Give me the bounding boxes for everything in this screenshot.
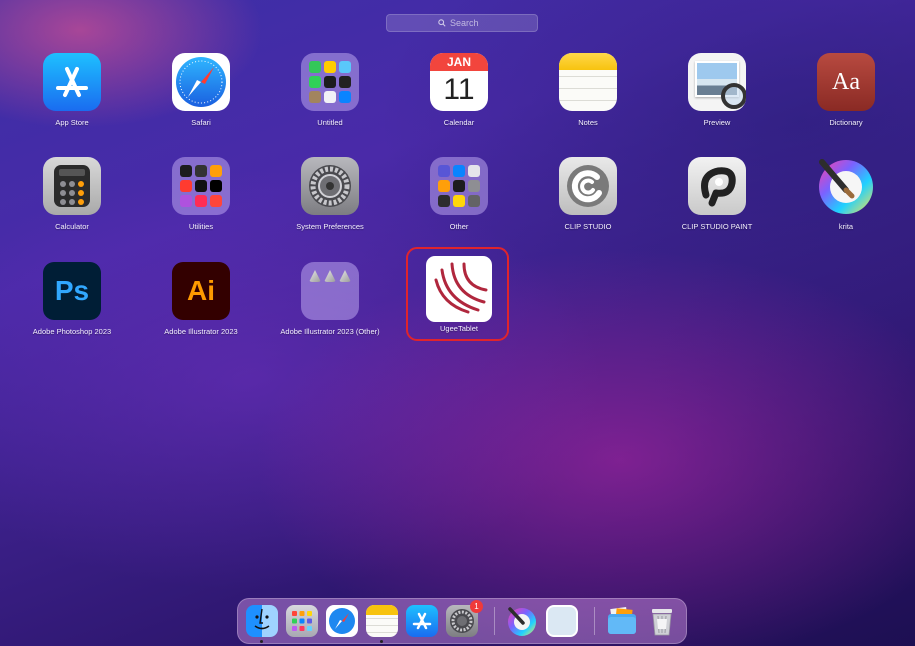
app-calendar[interactable]: JAN 11 Calendar: [399, 52, 519, 127]
app-label: Preview: [703, 118, 731, 127]
krita-icon: [816, 156, 876, 216]
gear-icon: [300, 156, 360, 216]
app-photoshop[interactable]: Ps Adobe Photoshop 2023: [12, 261, 132, 336]
folder-icon: [606, 605, 638, 637]
clip-studio-paint-icon: [687, 156, 747, 216]
notes-icon: [366, 605, 398, 637]
dock-separator: [494, 607, 495, 635]
folder-icon: [429, 156, 489, 216]
dock-system-preferences[interactable]: 1: [446, 600, 483, 637]
app-label: System Preferences: [296, 222, 364, 231]
photoshop-icon: Ps: [42, 261, 102, 321]
illustrator-glyph: Ai: [172, 262, 230, 320]
trash-icon: [652, 609, 672, 636]
app-label: Adobe Illustrator 2023 (Other): [280, 327, 380, 336]
app-store-icon: [406, 605, 438, 637]
app-label: CLIP STUDIO PAINT: [681, 222, 753, 231]
dock-app-store[interactable]: [406, 605, 438, 637]
folder-icon: [171, 156, 231, 216]
search-input[interactable]: [450, 18, 486, 28]
app-label: Safari: [191, 118, 211, 127]
dock: 1: [237, 598, 687, 644]
app-label: krita: [838, 222, 854, 231]
app-illustrator[interactable]: Ai Adobe Illustrator 2023: [141, 261, 261, 336]
app-system-preferences[interactable]: System Preferences: [270, 156, 390, 231]
safari-icon: [326, 605, 358, 637]
krita-icon: [508, 607, 536, 636]
app-preview[interactable]: Preview: [657, 52, 777, 127]
dictionary-icon: Aa: [816, 52, 876, 112]
dock-launchpad[interactable]: [286, 605, 318, 637]
app-folder-illustrator-other[interactable]: Adobe Illustrator 2023 (Other): [270, 261, 390, 336]
app-folder-other[interactable]: Other: [399, 156, 519, 231]
app-dictionary[interactable]: Aa Dictionary: [786, 52, 906, 127]
app-label: Calculator: [55, 222, 89, 231]
launchpad-icon: [286, 605, 318, 637]
search-icon: [438, 19, 446, 27]
dock-preview[interactable]: [546, 605, 578, 637]
folder-icon: [300, 261, 360, 321]
preview-icon: [687, 52, 747, 112]
app-clip-studio[interactable]: CLIP STUDIO: [528, 156, 648, 231]
app-label: App Store: [55, 118, 89, 127]
app-clip-studio-paint[interactable]: CLIP STUDIO PAINT: [657, 156, 777, 231]
app-label: UgeeTablet: [440, 324, 478, 333]
app-notes[interactable]: Notes: [528, 52, 648, 127]
illustrator-icon: Ai: [171, 261, 231, 321]
app-label: Untitled: [317, 118, 343, 127]
app-label: Calendar: [443, 118, 475, 127]
photoshop-glyph: Ps: [43, 262, 101, 320]
app-label: Adobe Photoshop 2023: [32, 327, 112, 336]
app-label: Notes: [578, 118, 598, 127]
notes-icon: [558, 52, 618, 112]
ugee-tablet-icon: [426, 256, 492, 322]
app-krita[interactable]: krita: [786, 156, 906, 231]
app-folder-untitled[interactable]: Untitled: [270, 52, 390, 127]
dock-finder[interactable]: [246, 605, 278, 643]
finder-icon: [246, 605, 278, 637]
app-label: Utilities: [188, 222, 214, 231]
dock-separator: [594, 607, 595, 635]
app-label: Dictionary: [829, 118, 863, 127]
calendar-month: JAN: [430, 53, 488, 71]
app-label: Adobe Illustrator 2023: [164, 327, 238, 336]
safari-icon: [171, 52, 231, 112]
dock-notes[interactable]: [366, 605, 398, 643]
dock-safari[interactable]: [326, 605, 358, 637]
calendar-icon: JAN 11: [429, 52, 489, 112]
calendar-day: 11: [443, 73, 475, 106]
image-thumbnail-icon: [546, 605, 578, 637]
clip-studio-icon: [558, 156, 618, 216]
app-app-store[interactable]: App Store: [12, 52, 132, 127]
app-calculator[interactable]: Calculator: [12, 156, 132, 231]
dock-trash[interactable]: [646, 605, 678, 637]
app-label: CLIP STUDIO: [564, 222, 612, 231]
calculator-icon: [42, 156, 102, 216]
folder-icon: [300, 52, 360, 112]
search-field[interactable]: [386, 14, 538, 32]
app-ugee-tablet[interactable]: UgeeTablet: [399, 256, 519, 333]
dictionary-glyph: Aa: [817, 53, 875, 111]
dock-downloads-folder[interactable]: [606, 605, 638, 637]
app-label: Other: [449, 222, 469, 231]
dock-krita[interactable]: [506, 605, 538, 637]
notification-badge: 1: [470, 600, 483, 613]
app-store-icon: [42, 52, 102, 112]
app-safari[interactable]: Safari: [141, 52, 261, 127]
app-folder-utilities[interactable]: Utilities: [141, 156, 261, 231]
